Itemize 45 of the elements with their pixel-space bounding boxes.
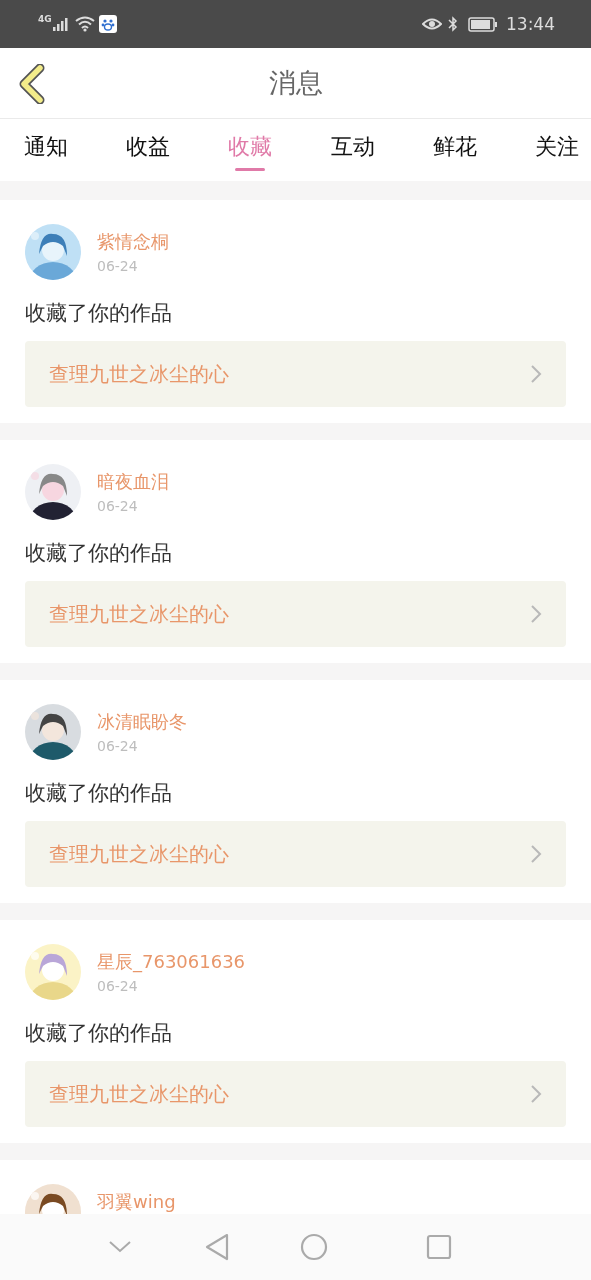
page-title: 消息 xyxy=(268,66,323,100)
work-link[interactable]: 查理九世之冰尘的心 xyxy=(25,341,566,407)
clock-time: 13:44 xyxy=(506,14,555,34)
chevron-right-icon xyxy=(530,604,542,624)
message-date: 06-24 xyxy=(97,498,139,514)
network-type: 4G xyxy=(38,14,52,24)
paw-app-icon xyxy=(98,15,117,33)
user-name[interactable]: 星辰_763061636 xyxy=(97,950,246,974)
chevron-right-icon xyxy=(530,1084,542,1104)
signal-icon xyxy=(52,17,69,31)
back-icon[interactable] xyxy=(204,1233,230,1261)
message-text: 收藏了你的作品 xyxy=(25,540,173,567)
battery-icon xyxy=(468,16,498,32)
message-date: 06-24 xyxy=(97,978,139,994)
tab[interactable]: 收藏 xyxy=(228,119,273,181)
chevron-right-icon xyxy=(530,844,542,864)
chevron-down-icon[interactable] xyxy=(109,1241,131,1253)
wifi-icon xyxy=(74,16,95,32)
home-icon[interactable] xyxy=(300,1233,328,1261)
tab[interactable]: 关注 xyxy=(534,119,579,181)
work-link[interactable]: 查理九世之冰尘的心 xyxy=(25,581,566,647)
bluetooth-icon xyxy=(448,16,458,32)
tab[interactable]: 互动 xyxy=(330,119,375,181)
user-name[interactable]: 暗夜血泪 xyxy=(97,470,169,494)
tab-underline xyxy=(235,168,266,171)
user-name[interactable]: 冰清眠盼冬 xyxy=(97,710,187,734)
tab[interactable]: 收益 xyxy=(126,119,171,181)
message-text: 收藏了你的作品 xyxy=(25,300,173,327)
work-title: 查理九世之冰尘的心 xyxy=(49,840,229,868)
user-name[interactable]: 紫情念桐 xyxy=(97,230,169,254)
tab[interactable]: 鲜花 xyxy=(432,119,477,181)
message-text: 收藏了你的作品 xyxy=(25,1020,173,1047)
user-name[interactable]: 羽翼wing xyxy=(97,1190,176,1214)
work-title: 查理九世之冰尘的心 xyxy=(49,600,229,628)
chevron-right-icon xyxy=(530,364,542,384)
message-date: 06-24 xyxy=(97,738,139,754)
message-date: 06-24 xyxy=(97,258,139,274)
work-link[interactable]: 查理九世之冰尘的心 xyxy=(25,1061,566,1127)
tab[interactable]: 通知 xyxy=(24,119,68,181)
recents-icon[interactable] xyxy=(426,1234,452,1260)
work-link[interactable]: 查理九世之冰尘的心 xyxy=(25,821,566,887)
message-text: 收藏了你的作品 xyxy=(25,780,173,807)
work-title: 查理九世之冰尘的心 xyxy=(49,1080,229,1108)
work-title: 查理九世之冰尘的心 xyxy=(49,360,229,388)
eye-icon xyxy=(422,17,442,31)
